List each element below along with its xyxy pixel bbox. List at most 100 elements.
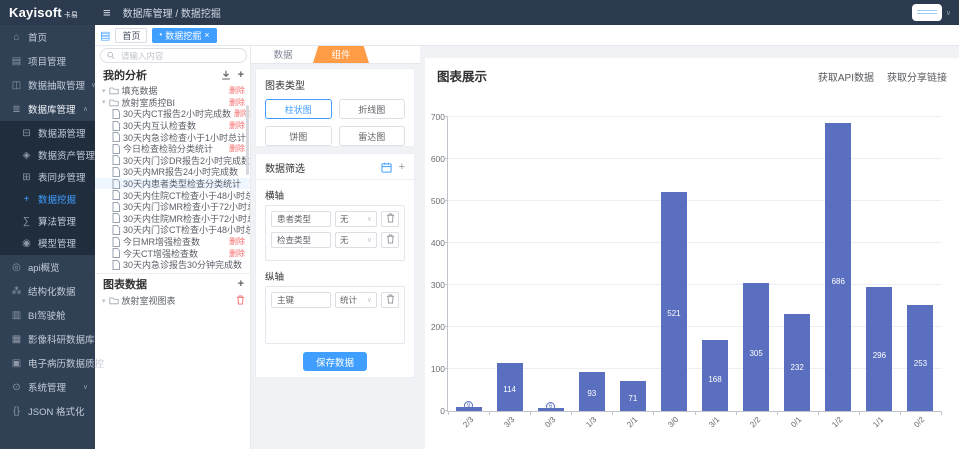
scrollbar-thumb[interactable] (246, 105, 249, 175)
sidebar-item[interactable]: ◈数据资产管理 (0, 144, 95, 166)
bar[interactable]: 71 (620, 381, 646, 411)
home-icon: ⌂ (11, 32, 22, 43)
avatar[interactable] (912, 4, 942, 21)
bar[interactable]: 521 (661, 192, 687, 411)
tree-item[interactable]: ▾放射室视图表 (95, 295, 250, 307)
sidebar-item[interactable]: {}JSON 格式化 (0, 399, 95, 423)
chart-type-button[interactable]: 柱状图 (265, 99, 332, 119)
x-axis-tick-label: 3/3 (488, 415, 516, 443)
tree-item[interactable]: ▾放射室质控BI删除 (95, 97, 250, 109)
remove-axis-button[interactable] (381, 211, 399, 227)
tree-item[interactable]: 30天内住院MR检查小于72小时总计 (95, 213, 250, 225)
x-axis-tick-label: 2/1 (612, 415, 640, 443)
sidebar-item[interactable]: ⊞表同步管理 (0, 166, 95, 188)
tree-item[interactable]: 30天内门诊MR检查小于72小时总计 (95, 201, 250, 213)
tree-item[interactable]: 30天内门诊DR报告2小时完成数 (95, 155, 250, 167)
tree-item[interactable]: 30天内急诊检查小于1小时总计 (95, 131, 250, 143)
tree-item-label: 今日检查检验分类统计 (123, 143, 213, 155)
hamburger-icon[interactable]: ≡ (103, 5, 111, 20)
delete-link[interactable]: 删除 (229, 248, 250, 259)
download-icon[interactable] (221, 70, 231, 80)
sidebar-item[interactable]: ⊟数据源管理 (0, 122, 95, 144)
axis-field[interactable]: 患者类型 (271, 211, 331, 227)
add-chart-icon[interactable]: + (238, 279, 244, 290)
add-filter-icon[interactable]: + (399, 162, 405, 173)
bar[interactable] (538, 408, 564, 411)
tree-item[interactable]: 今日MR增强检查数删除 (95, 236, 250, 248)
selected-option: 无 (340, 234, 349, 246)
tree-item[interactable]: 30天内门诊CT检查小于48小时总计 (95, 224, 250, 236)
get-share-link[interactable]: 获取分享链接 (887, 69, 947, 84)
sidebar-item[interactable]: ▦影像科研数据库 (0, 327, 95, 351)
tree-item[interactable]: 30天内互认检查数删除 (95, 120, 250, 132)
bar[interactable] (456, 407, 482, 411)
chart-type-button[interactable]: 饼图 (265, 126, 332, 146)
tree-item[interactable]: 30天内患者类型检查分类统计 (95, 178, 250, 190)
x-axis-box: 患者类型无∨检查类型无∨ (265, 205, 405, 261)
chart-type-button[interactable]: 折线图 (339, 99, 406, 119)
bar[interactable]: 253 (907, 305, 933, 411)
document-icon (112, 109, 120, 119)
chevron-down-icon[interactable]: ∨ (946, 9, 951, 17)
page-tab[interactable]: 首页 (115, 28, 147, 43)
sidebar-item[interactable]: ≣数据库管理∧ (0, 97, 95, 121)
axis-field[interactable]: 主键 (271, 292, 331, 308)
add-analysis-icon[interactable]: + (238, 70, 244, 81)
sidebar-item[interactable]: ⊙系统管理∨ (0, 375, 95, 399)
remove-axis-button[interactable] (381, 232, 399, 248)
structured-icon: ⁂ (11, 286, 22, 297)
bar[interactable]: 686 (825, 123, 851, 411)
sidebar-item[interactable]: ∑算法管理 (0, 210, 95, 232)
bar[interactable]: 305 (743, 283, 769, 411)
sidebar-item[interactable]: ⁂结构化数据 (0, 279, 95, 303)
sidebar-item[interactable]: ◎api概览 (0, 255, 95, 279)
tree-item[interactable]: 今日检查检验分类统计删除 (95, 143, 250, 155)
component-tab[interactable]: 组件 (313, 45, 369, 63)
caret-icon[interactable]: ▾ (102, 87, 106, 95)
sidebar-item-label: 数据资产管理 (38, 148, 95, 162)
bar[interactable]: 114 (497, 363, 523, 411)
sidebar-item[interactable]: +数据挖掘 (0, 188, 95, 210)
tree-item[interactable]: 30天内CT报告2小时完成数删除 (95, 108, 250, 120)
bar[interactable]: 168 (702, 340, 728, 411)
chart-type-button[interactable]: 雷达图 (339, 126, 406, 146)
tree-item-label: 30天内患者类型检查分类统计 (123, 178, 241, 190)
trash-icon[interactable] (236, 295, 250, 307)
search-input[interactable] (119, 50, 240, 62)
sidebar-item[interactable]: ▣电子病历数据质控 (0, 351, 95, 375)
sidebar-item[interactable]: ◉模型管理 (0, 232, 95, 254)
remove-axis-button[interactable] (381, 292, 399, 308)
tab-list-icon[interactable]: ▤ (100, 29, 110, 42)
delete-link[interactable]: 删除 (229, 85, 250, 96)
sidebar-item-label: 影像科研数据库 (28, 332, 95, 346)
axis-field[interactable]: 检查类型 (271, 232, 331, 248)
component-tab[interactable]: 数据 (255, 45, 311, 63)
document-icon (112, 225, 120, 235)
tree-item[interactable]: 30天内住院CT检查小于48小时总计 (95, 189, 250, 201)
sidebar-item-label: 数据抽取管理 (28, 78, 85, 92)
sidebar-item[interactable]: ⌂首页 (0, 25, 95, 49)
bar[interactable]: 232 (784, 314, 810, 411)
folder-icon (109, 98, 119, 107)
calendar-icon[interactable] (381, 162, 392, 173)
save-data-button[interactable]: 保存数据 (303, 352, 367, 371)
caret-icon[interactable]: ▾ (102, 297, 106, 305)
axis-aggregation-select[interactable]: 无∨ (335, 232, 377, 248)
tree-item[interactable]: ▾填充数据删除 (95, 85, 250, 97)
emr-icon: ▣ (11, 358, 22, 369)
bar[interactable]: 296 (866, 287, 892, 411)
sidebar-item[interactable]: ◫数据抽取管理∨ (0, 73, 95, 97)
axis-aggregation-select[interactable]: 无∨ (335, 211, 377, 227)
close-icon[interactable]: × (204, 31, 209, 40)
get-api-data-link[interactable]: 获取API数据 (818, 69, 874, 84)
tree-item[interactable]: 30天内MR报告24小时完成数 (95, 166, 250, 178)
tree-item[interactable]: 今天CT增强检查数删除 (95, 247, 250, 259)
axis-aggregation-select[interactable]: 统计∨ (335, 292, 377, 308)
caret-icon[interactable]: ▾ (102, 98, 106, 106)
sidebar-item[interactable]: ▤项目管理 (0, 49, 95, 73)
delete-link[interactable]: 删除 (229, 236, 250, 247)
page-tab[interactable]: •数据挖掘× (152, 28, 216, 43)
bar[interactable]: 93 (579, 372, 605, 411)
tree-item[interactable]: 30天内急诊报告30分钟完成数 (95, 259, 250, 271)
sidebar-item[interactable]: ▥BI驾驶舱 (0, 303, 95, 327)
